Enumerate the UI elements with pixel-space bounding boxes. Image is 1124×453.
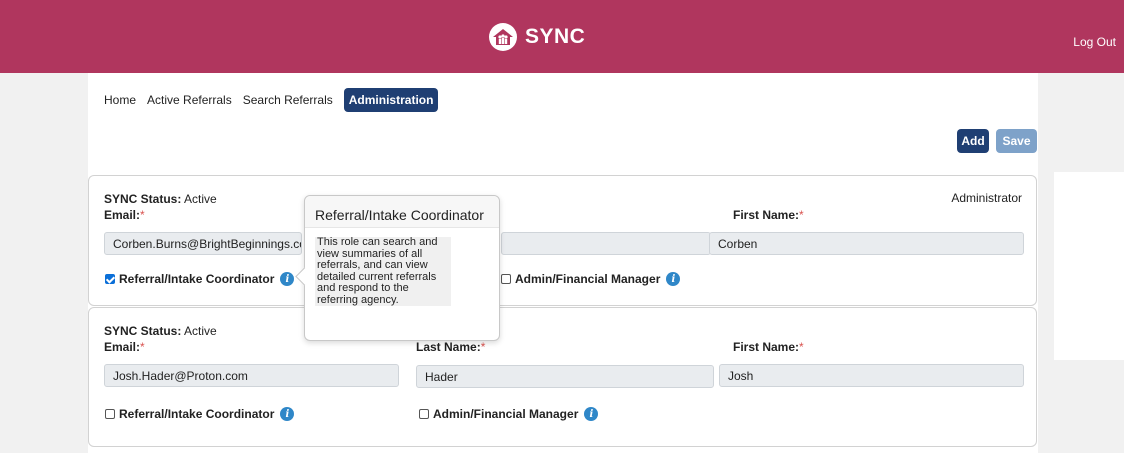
required-mark: * [799, 208, 804, 222]
checkbox-label: Referral/Intake Coordinator [119, 272, 275, 286]
email-label-text: Email: [104, 340, 141, 354]
admin-manager-checkbox[interactable]: Admin/Financial Manager i [501, 272, 681, 286]
save-button[interactable]: Save [996, 129, 1037, 153]
status-label: SYNC Status: [104, 192, 182, 206]
logout-link[interactable]: Log Out [1073, 35, 1116, 49]
email-field[interactable]: Josh.Hader@Proton.com [104, 364, 399, 387]
admin-manager-checkbox[interactable]: Admin/Financial Manager i [419, 407, 599, 421]
home-people-icon [489, 23, 517, 51]
required-mark: * [799, 340, 804, 354]
checkbox-label: Admin/Financial Manager [515, 272, 661, 286]
first-name-label-text: First Name: [733, 208, 800, 222]
sync-status: SYNC Status: Active [104, 324, 217, 338]
first-name-field[interactable]: Josh [719, 364, 1024, 387]
status-value: Active [184, 324, 217, 338]
status-value: Active [184, 192, 217, 206]
last-name-label: Last Name:* [416, 340, 485, 354]
required-mark: * [140, 208, 145, 222]
required-mark: * [140, 340, 145, 354]
nav-search-referrals[interactable]: Search Referrals [243, 93, 333, 107]
add-button[interactable]: Add [957, 129, 989, 153]
info-icon[interactable]: i [666, 272, 681, 286]
info-icon[interactable]: i [280, 407, 295, 421]
referral-coordinator-checkbox[interactable]: Referral/Intake Coordinator i [105, 272, 295, 286]
status-label: SYNC Status: [104, 324, 182, 338]
last-name-field[interactable] [501, 232, 711, 255]
checkbox-unchecked[interactable] [419, 409, 429, 419]
first-name-field[interactable]: Corben [709, 232, 1024, 255]
first-name-label: First Name:* [733, 208, 804, 222]
sync-status: SYNC Status: Active [104, 192, 217, 206]
nav-active-referrals[interactable]: Active Referrals [147, 93, 232, 107]
info-icon[interactable]: i [584, 407, 599, 421]
checkbox-label: Referral/Intake Coordinator [119, 407, 275, 421]
main-nav: Home Active Referrals Search Referrals A… [104, 88, 439, 112]
side-panel [1054, 172, 1124, 360]
checkbox-unchecked[interactable] [501, 274, 511, 284]
email-label-text: Email: [104, 208, 141, 222]
checkbox-checked[interactable] [105, 274, 115, 284]
blank-panel [478, 73, 638, 156]
referral-coordinator-checkbox[interactable]: Referral/Intake Coordinator i [105, 407, 295, 421]
first-name-label-text: First Name: [733, 340, 800, 354]
nav-home[interactable]: Home [104, 93, 136, 107]
sync-logo: SYNC [488, 22, 585, 52]
user-card: SYNC Status: Active Administrator Email:… [88, 175, 1037, 306]
nav-administration[interactable]: Administration [343, 88, 439, 112]
app-name: SYNC [525, 25, 586, 48]
checkbox-unchecked[interactable] [105, 409, 115, 419]
last-name-label-text: Last Name: [416, 340, 481, 354]
role-tag: Administrator [951, 191, 1022, 205]
email-field[interactable]: Corben.Burns@BrightBeginnings.com [104, 232, 302, 255]
required-mark: * [480, 340, 486, 354]
info-icon[interactable]: i [280, 272, 295, 286]
email-label: Email:* [104, 340, 145, 354]
popover-body: This role can search and view summaries … [315, 236, 451, 306]
user-card: SYNC Status: Active Email:* Josh.Hader@P… [88, 307, 1037, 447]
email-label: Email:* [104, 208, 145, 222]
app-header: SYNC Log Out [0, 0, 1124, 73]
role-info-popover: Referral/Intake Coordinator This role ca… [295, 195, 500, 341]
last-name-field[interactable]: Hader [416, 365, 714, 388]
popover-title: Referral/Intake Coordinator [305, 196, 499, 228]
checkbox-label: Admin/Financial Manager [433, 407, 579, 421]
first-name-label: First Name:* [733, 340, 804, 354]
